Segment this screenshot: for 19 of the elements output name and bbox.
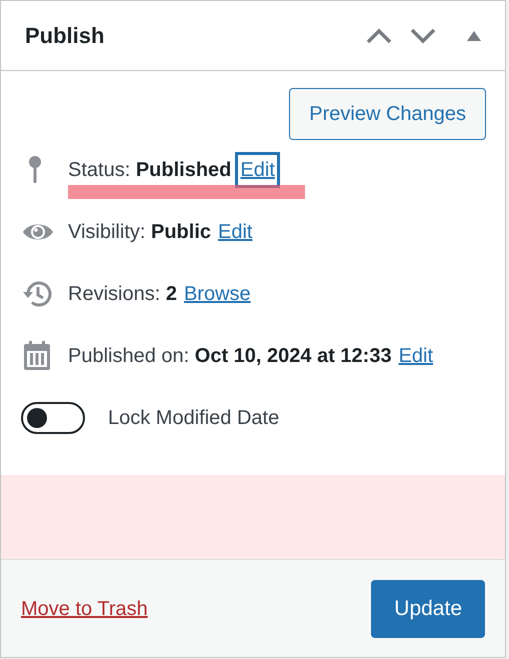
panel-title: Publish bbox=[25, 22, 106, 50]
row-label: Status: Published bbox=[68, 158, 232, 183]
edit-link[interactable]: Browse bbox=[184, 279, 251, 309]
edit-link[interactable]: Edit bbox=[398, 341, 434, 371]
pin-icon bbox=[28, 155, 42, 185]
preview-changes-button[interactable]: Preview Changes bbox=[289, 88, 486, 140]
row-label: Published on: Oct 10, 2024 at 12:33 bbox=[68, 344, 392, 369]
edit-link[interactable]: Edit bbox=[218, 217, 252, 247]
chevron-down-icon bbox=[410, 28, 436, 44]
triangle-up-icon bbox=[467, 30, 481, 40]
move-to-trash-link[interactable]: Move to Trash bbox=[21, 594, 148, 624]
row-label: Revisions: 2 bbox=[68, 282, 177, 307]
row-label: Visibility: Public bbox=[68, 220, 212, 245]
toggle-switch[interactable] bbox=[21, 402, 85, 434]
update-button[interactable]: Update bbox=[371, 580, 485, 638]
edit-link[interactable]: Edit bbox=[238, 155, 277, 185]
calendar-icon bbox=[22, 340, 52, 372]
chevron-up-icon bbox=[366, 28, 392, 44]
toggle-label: Lock Modified Date bbox=[108, 406, 280, 431]
